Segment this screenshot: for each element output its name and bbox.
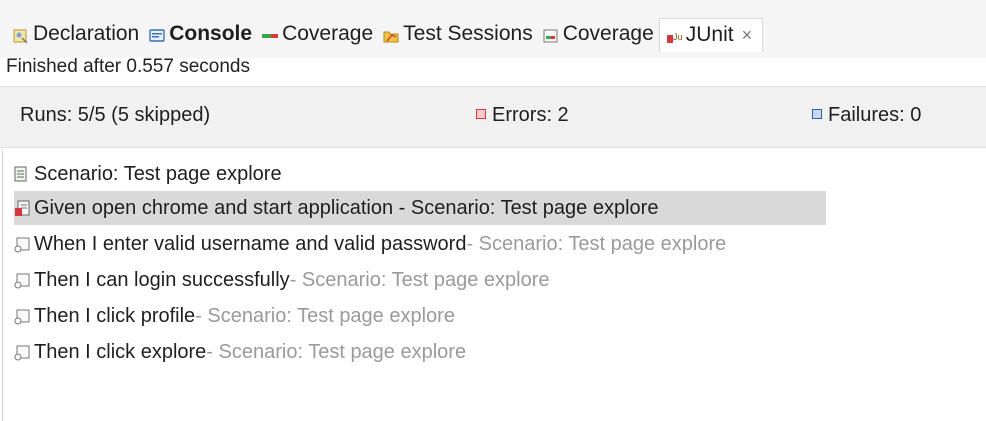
- close-icon[interactable]: ×: [742, 25, 753, 46]
- tree-item-test[interactable]: Then I can login successfully - Scenario…: [14, 263, 549, 297]
- coverage-report-icon: [543, 26, 559, 43]
- status-text: Finished after 0.557 seconds: [6, 56, 250, 77]
- errors-counter: Errors: 2: [476, 104, 569, 127]
- tab-test-sessions[interactable]: Test Sessions: [378, 18, 538, 50]
- tree-item-suffix: - Scenario: Test page explore: [289, 268, 550, 291]
- tree-item-label: Then I can login successfully: [34, 268, 290, 291]
- junit-icon: Ju: [666, 27, 682, 43]
- tree-item-label: Then I click explore: [34, 340, 207, 363]
- tab-console[interactable]: Console: [144, 18, 257, 50]
- tree-item-label: Given open chrome and start application …: [34, 196, 659, 219]
- tree-item-suffix: - Scenario: Test page explore: [206, 340, 467, 363]
- error-icon: [476, 108, 486, 119]
- test-skipped-icon: [14, 272, 31, 289]
- tab-declaration[interactable]: Declaration: [8, 18, 144, 50]
- tab-label: Console: [169, 22, 253, 45]
- failures-label: Failures: 0: [828, 104, 922, 126]
- tab-coverage-report[interactable]: Coverage: [538, 18, 659, 50]
- view-tabs: Declaration Console Coverage Test Sessio…: [8, 17, 764, 52]
- test-sessions-icon: [383, 26, 399, 43]
- tree-border: [2, 150, 3, 421]
- test-skipped-icon: [14, 236, 31, 253]
- tab-label: JUnit: [685, 23, 734, 46]
- tab-label: Coverage: [282, 22, 374, 45]
- tree-item-label: When I enter valid username and valid pa…: [34, 232, 467, 255]
- runs-counter: Runs: 5/5 (5 skipped): [20, 104, 210, 127]
- tab-label: Test Sessions: [403, 22, 533, 45]
- tree-item-suite[interactable]: Scenario: Test page explore: [14, 157, 282, 191]
- declaration-icon: [13, 26, 29, 44]
- tree-item-test[interactable]: Given open chrome and start application …: [14, 191, 826, 225]
- tree-item-test[interactable]: Then I click profile - Scenario: Test pa…: [14, 299, 455, 333]
- view-tab-bar: Declaration Console Coverage Test Sessio…: [0, 0, 986, 58]
- tab-label: Declaration: [33, 22, 140, 45]
- test-error-icon: [14, 200, 31, 217]
- errors-label: Errors: 2: [492, 104, 569, 126]
- test-skipped-icon: [14, 344, 31, 361]
- tree-item-label: Then I click profile: [34, 304, 196, 327]
- tab-coverage[interactable]: Coverage: [257, 18, 378, 50]
- test-skipped-icon: [14, 308, 31, 325]
- tree-item-suffix: - Scenario: Test page explore: [195, 304, 455, 327]
- coverage-bar-icon: [262, 26, 279, 42]
- tree-item-label: Scenario: Test page explore: [34, 162, 282, 185]
- runs-label: Runs: 5/5 (5 skipped): [20, 104, 211, 126]
- failure-icon: [812, 108, 822, 119]
- failures-counter: Failures: 0: [812, 104, 921, 127]
- tab-junit[interactable]: Ju JUnit ×: [658, 17, 764, 52]
- tree-item-suffix: - Scenario: Test page explore: [466, 232, 727, 255]
- svg-text:Ju: Ju: [673, 32, 682, 42]
- tree-item-test[interactable]: Then I click explore - Scenario: Test pa…: [14, 335, 466, 369]
- tab-label: Coverage: [562, 22, 654, 45]
- suite-icon: [14, 166, 31, 183]
- console-icon: [149, 26, 165, 42]
- junit-counters: Runs: 5/5 (5 skipped) Errors: 2 Failures…: [0, 86, 986, 148]
- tree-item-test[interactable]: When I enter valid username and valid pa…: [14, 227, 726, 261]
